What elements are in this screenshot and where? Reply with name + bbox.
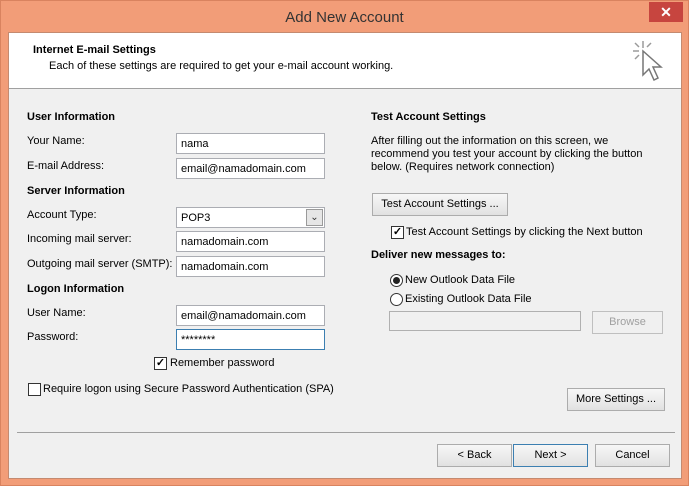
- account-type-select[interactable]: POP3 ⌄: [176, 207, 325, 228]
- spa-checkbox[interactable]: [28, 383, 41, 396]
- pointer-cursor-sparkle-icon: [633, 41, 663, 82]
- test-on-next-checkbox[interactable]: ✓: [391, 226, 404, 239]
- test-description-line-3: below. (Requires network connection): [371, 161, 555, 173]
- more-settings-button[interactable]: More Settings ...: [567, 388, 665, 411]
- close-icon: ✕: [660, 4, 672, 20]
- email-address-label: E-mail Address:: [27, 160, 105, 172]
- server-info-heading: Server Information: [27, 185, 125, 197]
- password-input[interactable]: ********: [176, 329, 325, 350]
- existing-data-file-path: [389, 311, 581, 331]
- header-subtitle: Each of these settings are required to g…: [49, 60, 394, 72]
- incoming-server-label: Incoming mail server:: [27, 233, 132, 245]
- logon-info-heading: Logon Information: [27, 283, 125, 295]
- outgoing-server-label: Outgoing mail server (SMTP):: [27, 258, 173, 270]
- test-settings-description: After filling out the information on thi…: [371, 135, 642, 174]
- test-description-line-1: After filling out the information on thi…: [371, 135, 609, 147]
- remember-password-label[interactable]: Remember password: [170, 357, 275, 369]
- existing-data-file-radio[interactable]: [390, 293, 403, 306]
- back-button[interactable]: < Back: [437, 444, 512, 467]
- account-type-value: POP3: [181, 212, 211, 224]
- deliver-heading: Deliver new messages to:: [371, 249, 506, 261]
- existing-data-file-label[interactable]: Existing Outlook Data File: [405, 293, 532, 305]
- window-title: Add New Account: [285, 9, 404, 26]
- outgoing-server-input[interactable]: namadomain.com: [176, 256, 325, 277]
- dialog-window: Add New Account ✕ Internet E-mail Settin…: [0, 0, 689, 486]
- test-settings-heading: Test Account Settings: [371, 111, 486, 123]
- cancel-button[interactable]: Cancel: [595, 444, 670, 467]
- new-data-file-radio[interactable]: [390, 274, 403, 287]
- your-name-input[interactable]: nama: [176, 133, 325, 154]
- footer-divider: [17, 432, 675, 433]
- title-bar[interactable]: Add New Account ✕: [1, 1, 688, 32]
- chevron-down-icon[interactable]: ⌄: [306, 209, 323, 226]
- dialog-body: Internet E-mail Settings Each of these s…: [8, 32, 682, 479]
- remember-password-checkbox[interactable]: ✓: [154, 357, 167, 370]
- test-on-next-label[interactable]: Test Account Settings by clicking the Ne…: [406, 226, 643, 238]
- email-address-input[interactable]: email@namadomain.com: [176, 158, 325, 179]
- dialog-header: Internet E-mail Settings Each of these s…: [9, 33, 681, 89]
- close-button[interactable]: ✕: [649, 2, 683, 22]
- username-input[interactable]: email@namadomain.com: [176, 305, 325, 326]
- test-account-settings-button[interactable]: Test Account Settings ...: [372, 193, 508, 216]
- account-type-label: Account Type:: [27, 209, 97, 221]
- spa-label[interactable]: Require logon using Secure Password Auth…: [43, 383, 334, 395]
- username-label: User Name:: [27, 307, 86, 319]
- checkmark-icon: ✓: [392, 226, 403, 238]
- test-description-line-2: recommend you test your account by click…: [371, 148, 643, 160]
- user-info-heading: User Information: [27, 111, 116, 123]
- new-data-file-label[interactable]: New Outlook Data File: [405, 274, 515, 286]
- checkmark-icon: ✓: [155, 357, 166, 369]
- browse-button: Browse: [592, 311, 663, 334]
- header-title: Internet E-mail Settings: [33, 44, 156, 56]
- incoming-server-input[interactable]: namadomain.com: [176, 231, 325, 252]
- your-name-label: Your Name:: [27, 135, 85, 147]
- next-button[interactable]: Next >: [513, 444, 588, 467]
- password-label: Password:: [27, 331, 79, 343]
